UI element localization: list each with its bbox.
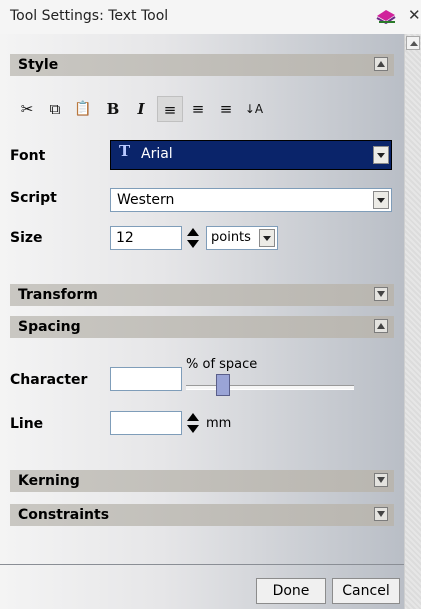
paste-icon[interactable]: 📋 bbox=[70, 96, 96, 122]
expand-kerning-toggle[interactable] bbox=[374, 473, 388, 487]
cut-icon[interactable]: ✂ bbox=[14, 96, 40, 122]
character-unit-label: % of space bbox=[186, 357, 258, 372]
scroll-up-icon[interactable] bbox=[406, 36, 420, 50]
section-transform-label: Transform bbox=[18, 287, 98, 303]
collapse-spacing-toggle[interactable] bbox=[374, 319, 388, 333]
window-title: Tool Settings: Text Tool bbox=[10, 8, 169, 24]
tool-settings-window: Tool Settings: Text Tool ✕ Style ✂ ⧉ 📋 B… bbox=[0, 0, 421, 609]
expand-transform-toggle[interactable] bbox=[374, 287, 388, 301]
expand-constraints-toggle[interactable] bbox=[374, 507, 388, 521]
sort-icon[interactable]: ↓A bbox=[241, 96, 267, 122]
chevron-down-icon[interactable] bbox=[373, 191, 389, 209]
size-value: 12 bbox=[116, 230, 134, 246]
vertical-scrollbar[interactable] bbox=[404, 34, 421, 609]
size-input[interactable]: 12 bbox=[110, 226, 182, 250]
copy-icon[interactable]: ⧉ bbox=[42, 96, 68, 122]
font-select[interactable]: T Arial bbox=[110, 140, 392, 170]
section-spacing[interactable]: Spacing bbox=[10, 316, 394, 338]
script-value: Western bbox=[117, 192, 175, 208]
size-unit-select[interactable]: points bbox=[206, 226, 278, 250]
bold-button[interactable]: B bbox=[100, 96, 126, 122]
section-style-label: Style bbox=[18, 57, 59, 73]
italic-button[interactable]: I bbox=[128, 96, 154, 122]
done-button[interactable]: Done bbox=[256, 578, 326, 604]
close-icon[interactable]: ✕ bbox=[408, 6, 421, 24]
character-input[interactable] bbox=[110, 367, 182, 391]
section-constraints[interactable]: Constraints bbox=[10, 504, 394, 526]
script-select[interactable]: Western bbox=[110, 188, 392, 212]
character-slider-track[interactable] bbox=[186, 385, 354, 390]
cancel-button[interactable]: Cancel bbox=[332, 578, 400, 604]
stepper-up-icon[interactable] bbox=[187, 413, 199, 421]
font-value: Arial bbox=[141, 146, 173, 162]
line-input[interactable] bbox=[110, 411, 182, 435]
character-label: Character bbox=[10, 372, 88, 388]
align-right-button[interactable]: ≡ bbox=[213, 96, 239, 122]
font-label: Font bbox=[10, 148, 46, 164]
align-left-button[interactable]: ≡ bbox=[157, 96, 183, 122]
line-stepper[interactable] bbox=[186, 411, 200, 435]
section-kerning[interactable]: Kerning bbox=[10, 470, 394, 492]
settings-panel: Style ✂ ⧉ 📋 B I ≡ ≡ ≡ ↓A Font T Arial Sc… bbox=[0, 34, 404, 609]
line-unit-label: mm bbox=[206, 416, 232, 431]
stepper-down-icon[interactable] bbox=[187, 240, 199, 248]
section-constraints-label: Constraints bbox=[18, 507, 110, 523]
align-center-button[interactable]: ≡ bbox=[185, 96, 211, 122]
script-label: Script bbox=[10, 190, 57, 206]
character-slider-thumb[interactable] bbox=[216, 374, 230, 396]
stepper-down-icon[interactable] bbox=[187, 425, 199, 433]
size-unit-value: points bbox=[211, 230, 251, 245]
section-style[interactable]: Style bbox=[10, 54, 394, 76]
line-label: Line bbox=[10, 416, 44, 432]
size-stepper[interactable] bbox=[186, 226, 200, 250]
collapse-style-toggle[interactable] bbox=[374, 57, 388, 71]
book-icon[interactable] bbox=[375, 6, 397, 26]
stepper-up-icon[interactable] bbox=[187, 228, 199, 236]
section-transform[interactable]: Transform bbox=[10, 284, 394, 306]
section-spacing-label: Spacing bbox=[18, 319, 81, 335]
footer-divider bbox=[0, 564, 404, 565]
truetype-font-icon: T bbox=[119, 142, 131, 160]
title-bar: Tool Settings: Text Tool ✕ bbox=[0, 0, 421, 35]
chevron-down-icon[interactable] bbox=[259, 229, 275, 247]
section-kerning-label: Kerning bbox=[18, 473, 80, 489]
chevron-down-icon[interactable] bbox=[373, 146, 389, 164]
size-label: Size bbox=[10, 230, 43, 246]
